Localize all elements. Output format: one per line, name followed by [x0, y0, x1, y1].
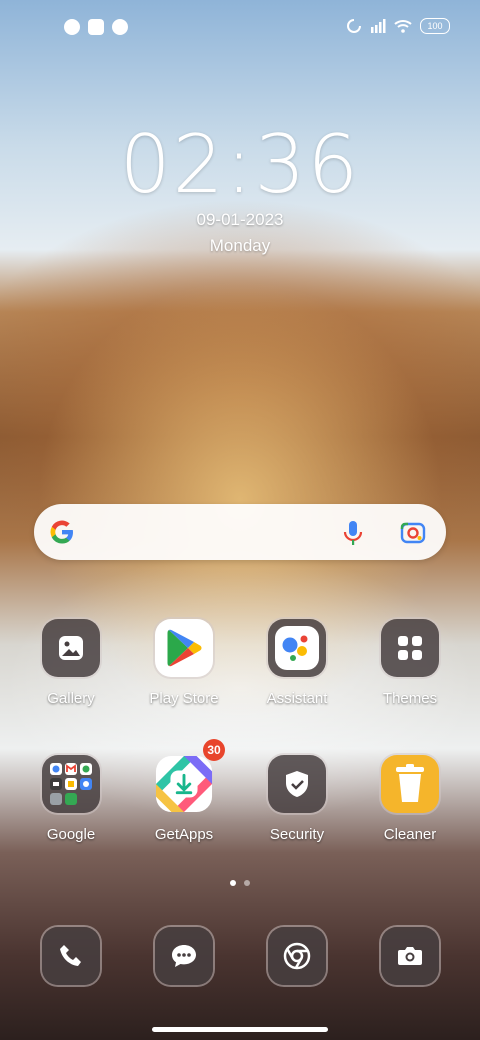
- cleaner-icon: [381, 755, 439, 813]
- chrome-icon: [268, 927, 326, 985]
- dock-messages[interactable]: [129, 927, 239, 985]
- gallery-icon: [42, 619, 100, 677]
- app-label: Cleaner: [383, 826, 437, 843]
- clock-time[interactable]: 02:36: [0, 118, 480, 211]
- app-play-store[interactable]: Play Store: [129, 619, 239, 707]
- app-security[interactable]: Security: [242, 755, 352, 843]
- notification-icon: [88, 19, 104, 35]
- clock-day: Monday: [209, 236, 271, 255]
- battery-icon: 100: [420, 18, 450, 34]
- status-notifications: [64, 19, 128, 35]
- app-label: Google: [46, 826, 96, 843]
- app-assistant[interactable]: Assistant: [242, 619, 352, 707]
- themes-icon: [381, 619, 439, 677]
- google-search-bar[interactable]: [34, 504, 446, 560]
- app-label: Gallery: [47, 690, 95, 707]
- messages-icon: [155, 927, 213, 985]
- folder-google[interactable]: Google: [16, 755, 126, 843]
- dock-chrome[interactable]: [242, 927, 352, 985]
- app-label: Themes: [382, 690, 438, 707]
- folder-icon: [42, 755, 100, 813]
- signal-icon: [371, 19, 386, 33]
- security-icon: [268, 755, 326, 813]
- app-cleaner[interactable]: Cleaner: [355, 755, 465, 843]
- battery-level: 100: [427, 21, 443, 31]
- phone-icon: [42, 927, 100, 985]
- app-label: Security: [269, 826, 325, 843]
- app-label: Play Store: [149, 690, 219, 707]
- page-dot: [244, 880, 250, 886]
- page-dot-active: [230, 880, 236, 886]
- microphone-icon[interactable]: [342, 520, 364, 546]
- app-label: Assistant: [266, 690, 328, 707]
- app-gallery[interactable]: Gallery: [16, 619, 126, 707]
- notification-icon: [112, 19, 128, 35]
- status-indicators: 100: [346, 18, 450, 34]
- dock-camera[interactable]: [355, 927, 465, 985]
- status-bar: 100: [0, 0, 480, 56]
- page-indicator: [0, 880, 480, 886]
- app-label: GetApps: [154, 826, 214, 843]
- dock-phone[interactable]: [16, 927, 126, 985]
- google-lens-icon[interactable]: [400, 521, 426, 545]
- app-getapps[interactable]: 30 GetApps: [129, 739, 239, 843]
- assistant-icon: [268, 619, 326, 677]
- play-store-icon: [155, 619, 213, 677]
- wifi-icon: [394, 20, 412, 33]
- notification-badge: 30: [203, 739, 225, 761]
- notification-icon: [64, 19, 80, 35]
- home-indicator[interactable]: [152, 1027, 328, 1032]
- clock-date: 09-01-2023: [196, 210, 284, 229]
- app-themes[interactable]: Themes: [355, 619, 465, 707]
- camera-icon: [381, 927, 439, 985]
- getapps-icon: 30: [155, 739, 225, 813]
- google-logo-icon: [50, 520, 73, 544]
- sync-icon: [347, 19, 361, 33]
